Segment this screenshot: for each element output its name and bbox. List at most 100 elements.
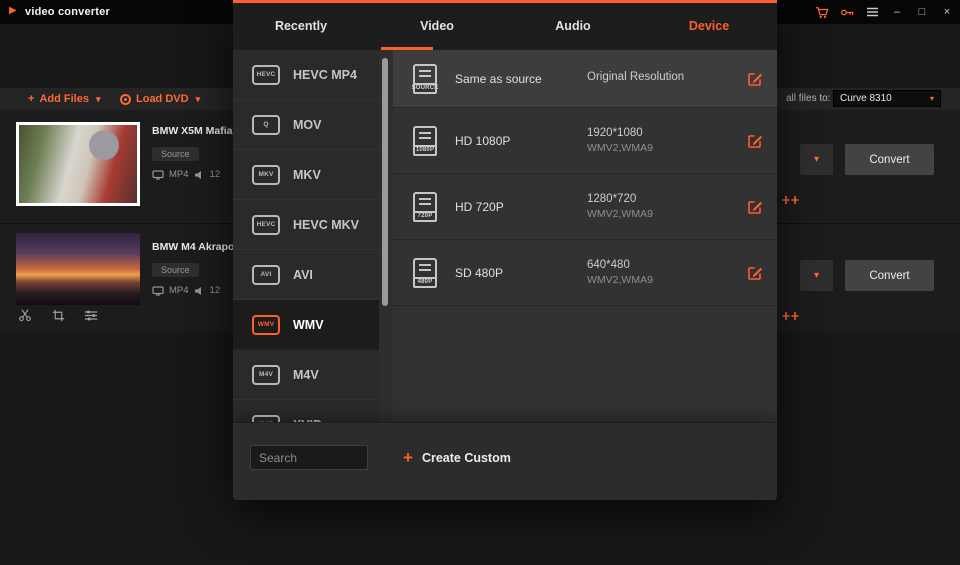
edit-tools-2 [18,308,98,322]
all-files-to-label: all files to: [786,93,830,104]
format-item-m4v[interactable]: M4V M4V [233,350,379,400]
720p-file-icon: 720P [413,192,437,222]
convert-button-1[interactable]: Convert [845,144,934,175]
chevron-down-icon: ▾ [96,94,101,105]
format-item-hevc-mp4[interactable]: HEVC HEVC MP4 [233,50,379,100]
output-preset-dropdown[interactable]: Curve 8310 ▾ [833,90,941,107]
edit-preset-icon[interactable] [747,133,763,149]
file-info-2: 12 [210,285,221,296]
create-custom-label: Create Custom [422,451,511,465]
file-format-2: MP4 [169,285,189,296]
apply-to-all-icon-2[interactable] [782,308,800,318]
add-files-button[interactable]: + Add Files ▾ [28,88,100,110]
format-item-avi[interactable]: AVI AVI [233,250,379,300]
1080p-file-icon: 1080P [413,126,437,156]
file-info-1: 12 [210,169,221,180]
source-badge-2: Source [152,263,199,277]
search-input[interactable] [250,445,368,470]
close-button[interactable]: × [940,4,954,20]
format-picker-popup: Recently Video Audio Device HEVC HEVC MP… [233,0,777,500]
format-item-wmv[interactable]: WMV WMV [233,300,379,350]
chevron-down-icon: ▾ [814,154,819,165]
app-title: video converter [25,6,110,18]
screen-icon [152,170,164,180]
edit-preset-icon[interactable] [747,71,763,87]
key-icon[interactable] [840,4,854,20]
load-dvd-button[interactable]: Load DVD ▾ [120,88,200,110]
add-files-label: Add Files [39,93,89,105]
preset-name: HD 720P [455,200,587,214]
hevc-mkv-format-icon: HEVC [252,215,280,235]
format-list-scrollbar[interactable] [382,58,388,306]
create-custom-button[interactable]: + Create Custom [403,445,511,470]
speaker-icon [194,286,205,296]
video-thumbnail-2[interactable] [16,233,140,305]
file-meta-2: MP4 12 [152,285,220,296]
format-item-mkv[interactable]: MKV MKV [233,150,379,200]
480p-file-icon: 480P [413,258,437,288]
chevron-down-icon: ▾ [930,94,934,103]
file-format-1: MP4 [169,169,189,180]
cart-icon[interactable] [815,4,829,20]
format-label: HEVC MP4 [293,68,357,82]
convert-profile-dropdown-1[interactable]: ▾ [800,144,833,175]
popup-footer: + Create Custom [233,422,777,500]
mkv-format-icon: MKV [252,165,280,185]
plus-icon: + [403,449,413,466]
titlebar-icons: – □ × [815,0,954,24]
hevc-mp4-format-icon: HEVC [252,65,280,85]
trim-scissors-icon[interactable] [18,308,32,322]
video-thumbnail-1[interactable] [16,122,140,206]
tab-video[interactable]: Video [369,3,505,50]
preset-row-sd-480p[interactable]: 480P SD 480P 640*480 WMV2,WMA9 [393,240,777,306]
m4v-format-icon: M4V [252,365,280,385]
chevron-down-icon: ▾ [196,94,201,105]
format-label: MKV [293,168,321,182]
preset-row-hd-1080p[interactable]: 1080P HD 1080P 1920*1080 WMV2,WMA9 [393,108,777,174]
mov-format-icon: Q [252,115,280,135]
format-item-xvid[interactable]: XVID XVID [233,400,379,422]
minimize-button[interactable]: – [890,4,904,20]
convert-profile-dropdown-2[interactable]: ▾ [800,260,833,291]
preset-row-same-as-source[interactable]: SOURCE Same as source Original Resolutio… [393,50,777,108]
edit-preset-icon[interactable] [747,199,763,215]
format-item-hevc-mkv[interactable]: HEVC HEVC MKV [233,200,379,250]
effects-sliders-icon[interactable] [84,308,98,322]
load-dvd-label: Load DVD [136,93,189,105]
crop-icon[interactable] [51,308,65,322]
preset-name: Same as source [455,72,587,86]
source-badge-1: Source [152,147,199,161]
format-label: HEVC MKV [293,218,359,232]
app-logo-play-icon: ▶ [9,6,17,16]
popup-tabs: Recently Video Audio Device [233,3,777,50]
preset-row-hd-720p[interactable]: 720P HD 720P 1280*720 WMV2,WMA9 [393,174,777,240]
format-label: WMV [293,318,324,332]
format-item-mov[interactable]: Q MOV [233,100,379,150]
xvid-format-icon: XVID [252,415,280,423]
edit-preset-icon[interactable] [747,265,763,281]
convert-button-2[interactable]: Convert [845,260,934,291]
screen-icon [152,286,164,296]
preset-details: 640*480 WMV2,WMA9 [587,259,747,286]
tab-audio[interactable]: Audio [505,3,641,50]
format-label: AVI [293,268,313,282]
format-list: HEVC HEVC MP4 Q MOV MKV MKV HEVC HEVC MK… [233,50,379,422]
plus-icon: + [28,93,34,105]
file-meta-1: MP4 12 [152,169,220,180]
tab-device[interactable]: Device [641,3,777,50]
wmv-format-icon: WMV [252,315,280,335]
tab-recently[interactable]: Recently [233,3,369,50]
preset-name: SD 480P [455,266,587,280]
apply-to-all-icon-1[interactable] [782,192,800,202]
speaker-icon [194,170,205,180]
format-label: M4V [293,368,319,382]
format-label: MOV [293,118,321,132]
menu-icon[interactable] [865,4,879,20]
preset-details: 1280*720 WMV2,WMA9 [587,193,747,220]
source-file-icon: SOURCE [413,64,437,94]
maximize-button[interactable]: □ [915,4,929,20]
chevron-down-icon: ▾ [814,270,819,281]
app-window: ▶ video converter – □ × + Add Files ▾ Lo… [0,0,960,565]
dvd-disc-icon [120,94,131,105]
preset-list: SOURCE Same as source Original Resolutio… [393,50,777,422]
